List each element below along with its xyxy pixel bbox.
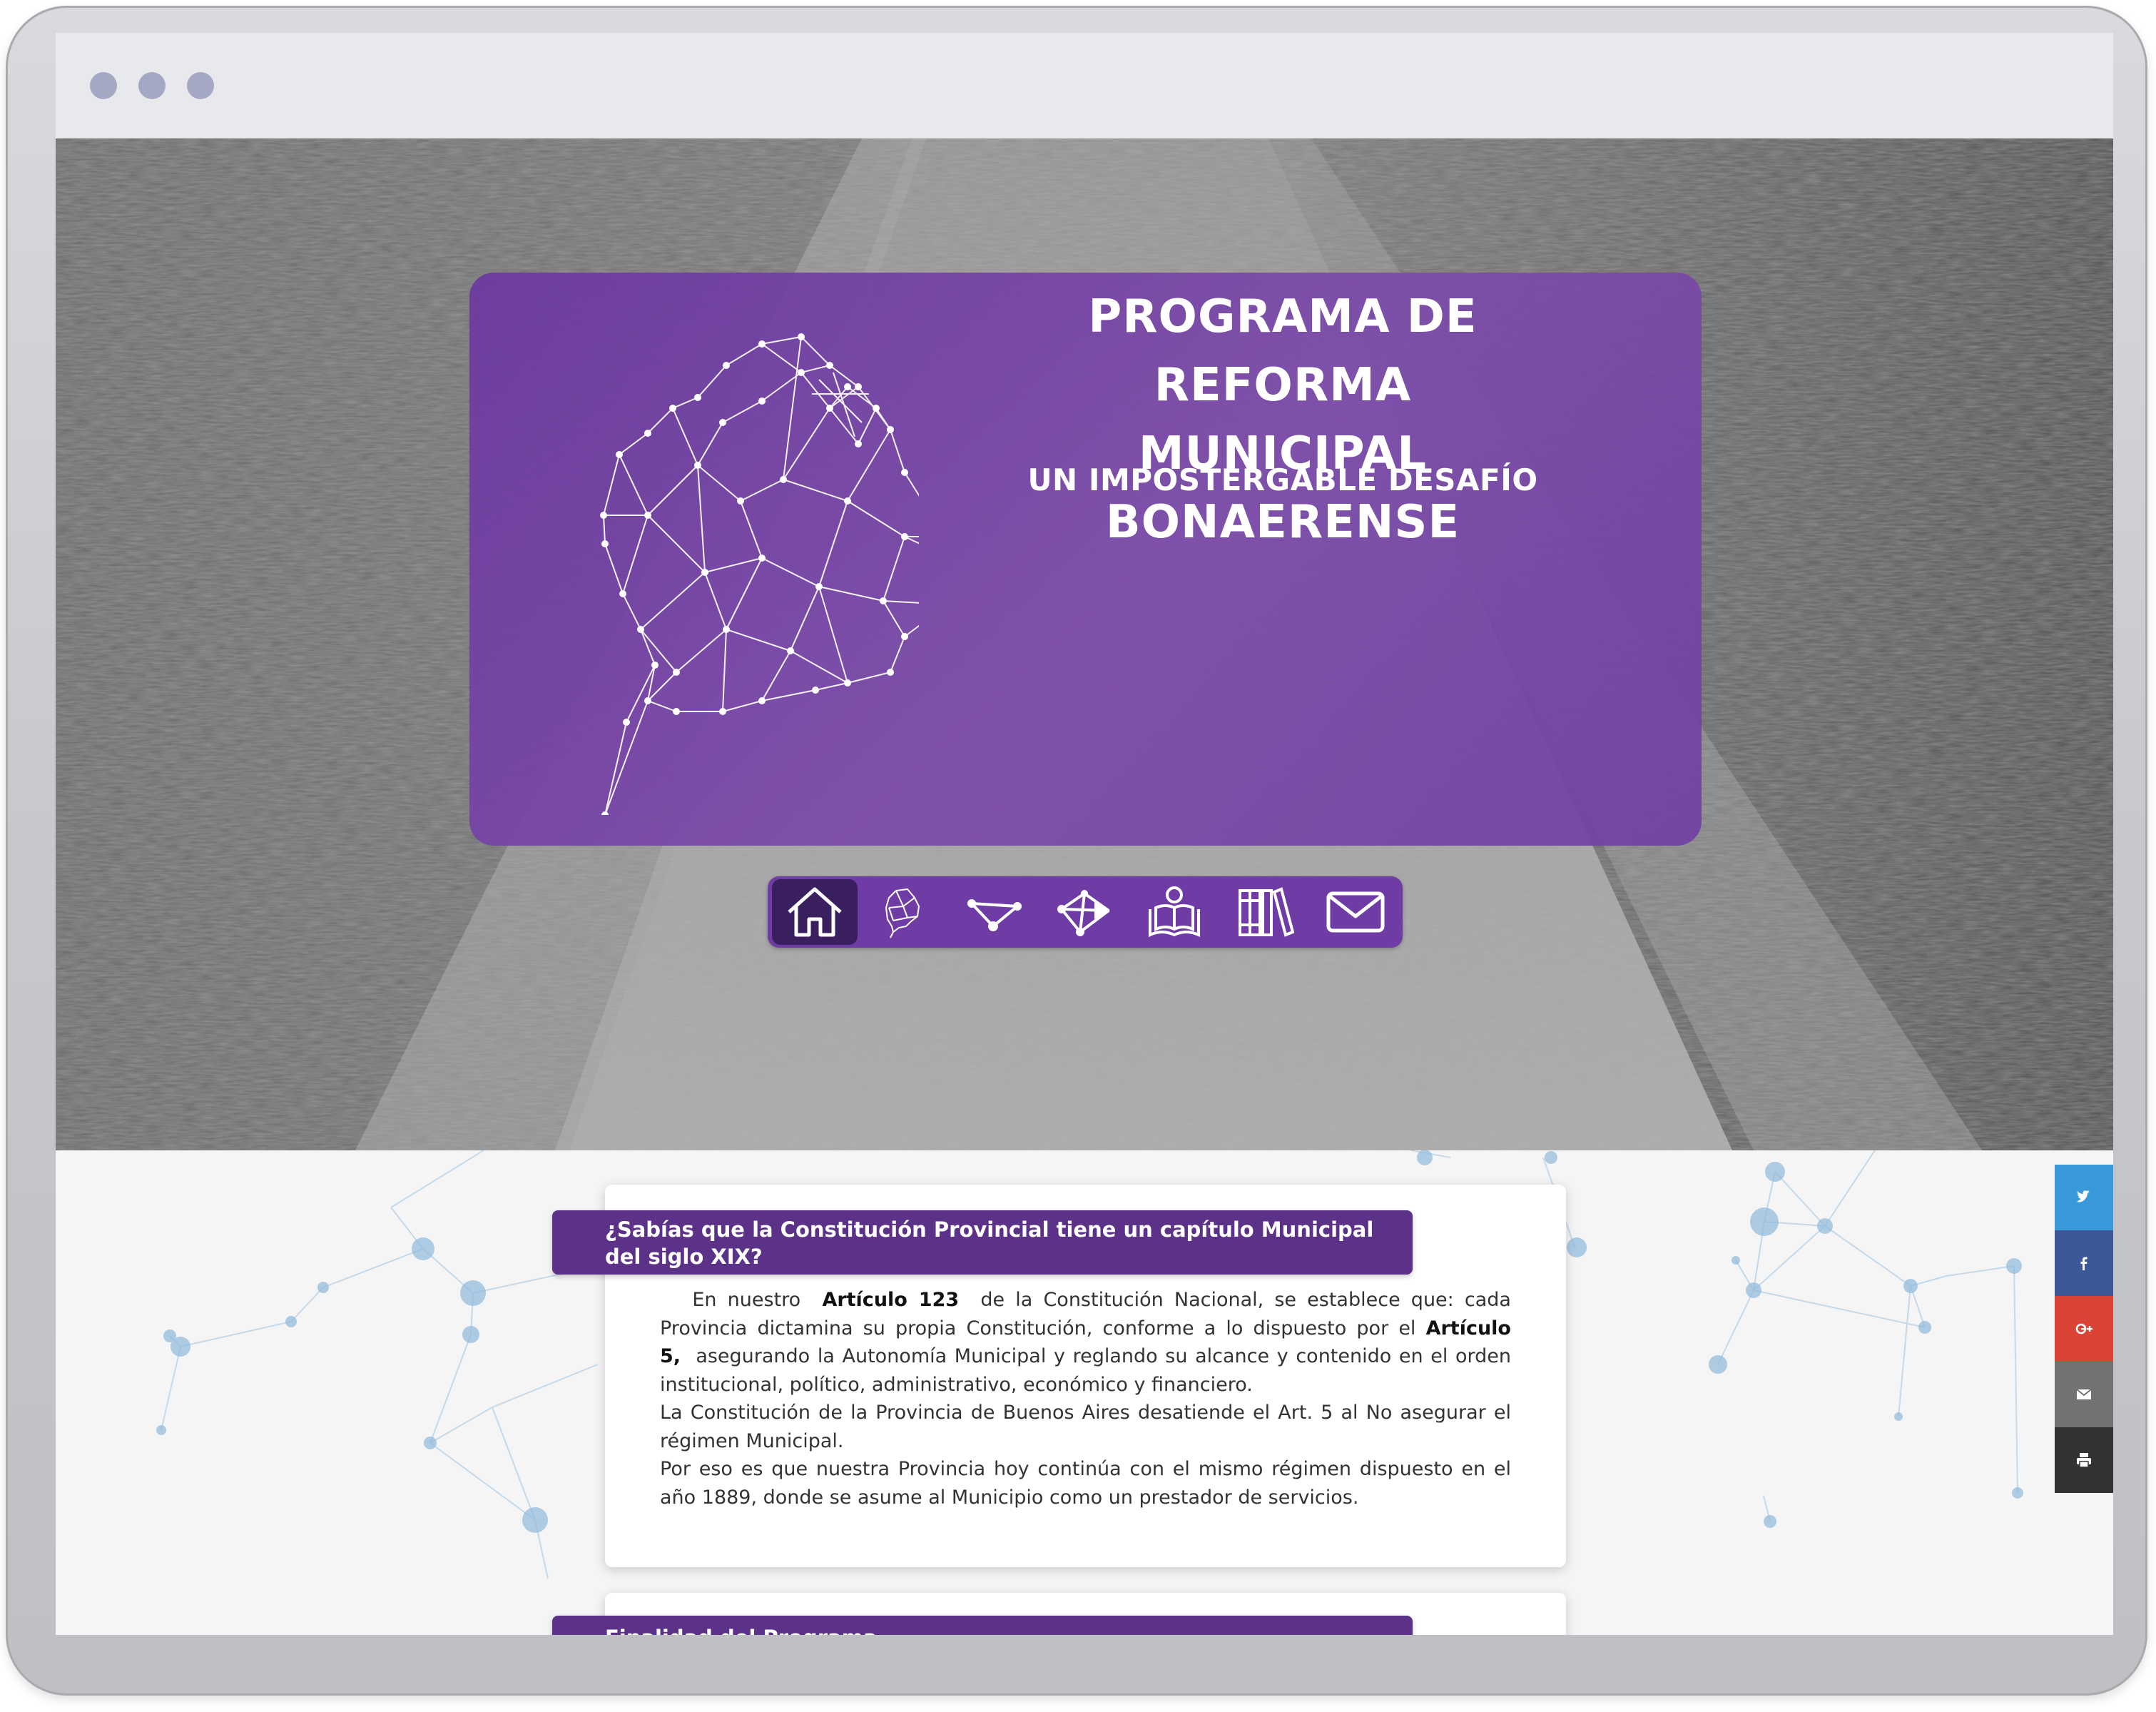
nav-contact[interactable]	[1311, 879, 1397, 945]
section2-heading-banner: Finalidad del Programa	[552, 1616, 1413, 1635]
hero-title-line1: PROGRAMA DE REFORMA	[1088, 290, 1478, 412]
section-body: En nuestro Artículo 123 de la Constituci…	[660, 1286, 1511, 1511]
article-123: Artículo 123	[822, 1289, 960, 1311]
reading-person-icon	[1149, 886, 1200, 938]
nav-reading[interactable]	[1132, 879, 1217, 945]
p1-intro: En nuestro	[692, 1289, 801, 1311]
section-heading-banner: ¿Sabías que la Constitución Provincial t…	[552, 1210, 1413, 1275]
section2-heading: Finalidad del Programa	[605, 1626, 877, 1635]
hero-title: PROGRAMA DE REFORMA MUNICIPAL BONAERENSE	[976, 283, 1590, 557]
province-map-icon	[885, 888, 920, 938]
nav-strategy[interactable]	[1042, 879, 1127, 945]
network-arrow-icon	[1057, 890, 1110, 936]
window-dot-close[interactable]	[90, 72, 117, 99]
email-icon	[2076, 1389, 2092, 1399]
share-email-button[interactable]	[2055, 1362, 2113, 1427]
browser-window: PROGRAMA DE REFORMA MUNICIPAL BONAERENSE…	[56, 33, 2113, 1635]
window-titlebar	[56, 33, 2113, 140]
twitter-icon	[2077, 1190, 2090, 1202]
network-triangle-icon	[967, 899, 1022, 931]
province-network-logo	[600, 333, 919, 815]
print-icon	[2077, 1453, 2091, 1468]
share-twitter-button[interactable]	[2055, 1165, 2113, 1230]
nav-province[interactable]	[862, 879, 947, 945]
nav-home[interactable]	[772, 879, 858, 945]
section-heading: ¿Sabías que la Constitución Provincial t…	[605, 1217, 1374, 1269]
content-section: ¿Sabías que la Constitución Provincial t…	[56, 1150, 2113, 1635]
device-frame: PROGRAMA DE REFORMA MUNICIPAL BONAERENSE…	[6, 6, 2147, 1696]
paragraph-2: La Constitución de la Provincia de Bueno…	[660, 1402, 1511, 1452]
home-icon	[788, 887, 842, 937]
books-icon	[1239, 887, 1294, 937]
nav-library[interactable]	[1221, 879, 1307, 945]
print-button[interactable]	[2055, 1427, 2113, 1493]
hero-subtitle: UN IMPOSTERGABLE DESAFÍO	[1027, 462, 1538, 497]
p1-end: asegurando la Autonomía Municipal y regl…	[660, 1345, 1512, 1396]
envelope-icon	[1326, 891, 1385, 933]
paragraph-1: En nuestro Artículo 123 de la Constituci…	[660, 1286, 1511, 1399]
facebook-icon	[2080, 1257, 2088, 1270]
share-facebook-button[interactable]	[2055, 1230, 2113, 1296]
window-dot-maximize[interactable]	[187, 72, 214, 99]
share-google-plus-button[interactable]	[2055, 1296, 2113, 1362]
hero-section: PROGRAMA DE REFORMA MUNICIPAL BONAERENSE…	[56, 138, 2113, 1150]
icon-navbar	[768, 876, 1403, 948]
nav-network[interactable]	[952, 879, 1037, 945]
window-dot-minimize[interactable]	[138, 72, 166, 99]
google-plus-icon	[2075, 1323, 2093, 1334]
paragraph-3: Por eso es que nuestra Provincia hoy con…	[660, 1458, 1511, 1509]
